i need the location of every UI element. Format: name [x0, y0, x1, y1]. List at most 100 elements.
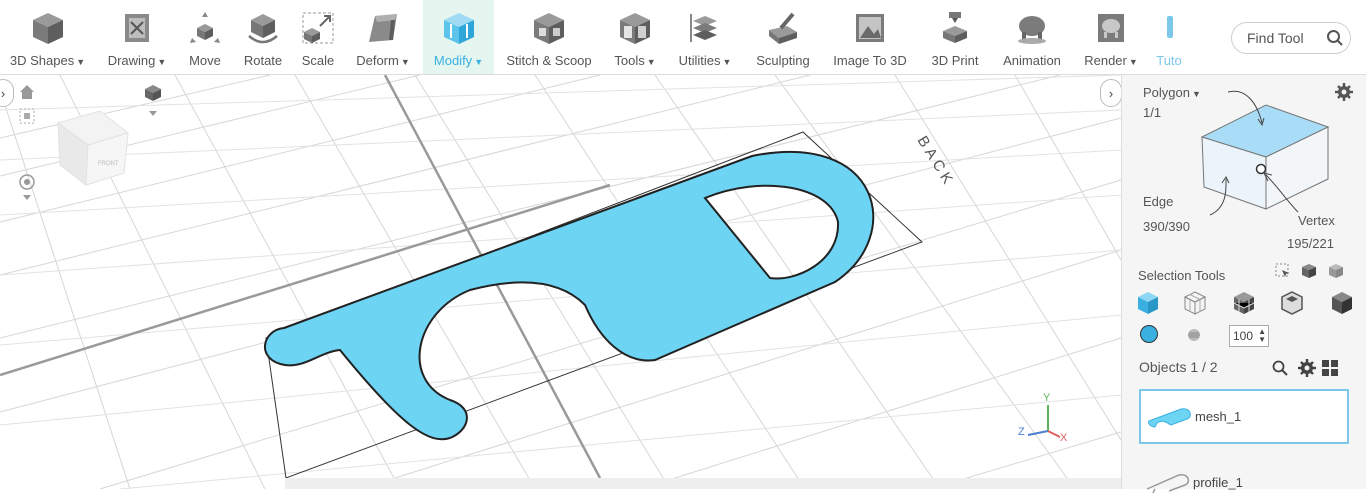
tool-3d-print[interactable]: 3D Print [926, 0, 984, 74]
tool-label: Utilities [678, 53, 721, 68]
vertex-label: Vertex [1298, 213, 1335, 228]
object-name: profile_1 [1193, 475, 1243, 490]
tool-label: Deform [356, 53, 399, 68]
sculpting-icon [763, 8, 803, 48]
grid-mesh-mode-icon[interactable] [1232, 291, 1256, 320]
tool-label: Render [1084, 53, 1127, 68]
tool-animation[interactable]: Animation [996, 0, 1068, 74]
brush-size-stepper[interactable]: 100 ▲ ▼ [1229, 325, 1269, 347]
main-toolbar: 3D Shapes ▼ Drawing ▼ Move Rotate Scale De… [0, 0, 1366, 75]
chevron-down-icon: ▼ [1128, 57, 1138, 67]
axis-z-label: Z [1018, 426, 1025, 438]
vertex-count: 195/221 [1287, 236, 1334, 251]
view-cube[interactable]: FRONT [48, 103, 138, 198]
tools-icon [615, 8, 655, 48]
rotate-icon [243, 8, 283, 48]
deform-icon [363, 8, 403, 48]
chevron-down-icon: ▼ [400, 57, 410, 67]
axis-y-label: Y [1043, 392, 1051, 404]
find-tool-search[interactable]: Find Tool [1231, 22, 1351, 54]
brush-color-swatch[interactable] [1140, 325, 1158, 343]
brush-falloff-icon[interactable] [1186, 327, 1202, 348]
polygon-select-mode-icon[interactable] [1136, 291, 1160, 320]
right-sidebar: Polygon ▼ 1/1 Edge 390/390 Vertex 195/221… [1121, 75, 1366, 493]
axis-x-label: X [1060, 432, 1068, 441]
tool-3d-shapes[interactable]: 3D Shapes ▼ [0, 0, 95, 74]
search-icon[interactable] [1272, 360, 1288, 381]
tool-label: Scale [301, 53, 335, 68]
object-mode-icon[interactable] [1280, 291, 1304, 320]
object-item-profile-1[interactable]: profile_1 [1139, 463, 1349, 503]
objects-count-label: Objects 1 / 2 [1139, 359, 1218, 375]
tutorial-icon [1154, 8, 1184, 48]
gear-icon[interactable] [1298, 359, 1316, 382]
tool-scale[interactable]: Scale [296, 0, 340, 74]
mesh-thumbnail-icon [1148, 408, 1191, 428]
tool-tools[interactable]: Tools ▼ [610, 0, 660, 74]
tool-label: Sculpting [756, 53, 810, 68]
tool-label: Modify [433, 53, 473, 68]
polygon-count: 1/1 [1143, 105, 1162, 120]
scene-canvas[interactable] [0, 75, 1121, 489]
collapse-right-panel-button[interactable]: › [1100, 79, 1121, 107]
chevron-down-icon: ▼ [474, 57, 484, 67]
tool-label: 3D Print [931, 53, 979, 68]
find-tool-input[interactable]: Find Tool [1247, 30, 1320, 46]
orbit-target-icon[interactable] [18, 173, 36, 206]
mesh-1-shape [264, 150, 875, 441]
tool-image-to-3d[interactable]: Image To 3D [828, 0, 912, 74]
tool-move[interactable]: Move [180, 0, 230, 74]
tool-sculpting[interactable]: Sculpting [750, 0, 816, 74]
projection-toggle-icon[interactable] [143, 83, 163, 124]
home-view-icon[interactable] [18, 83, 36, 106]
scale-icon [298, 8, 338, 48]
search-icon[interactable] [1320, 23, 1350, 53]
tool-label: Tools [614, 53, 645, 68]
brush-size-value[interactable]: 100 [1233, 329, 1258, 343]
chevron-down-icon: ▼ [76, 57, 86, 67]
tool-label: Stitch & Scoop [506, 53, 592, 68]
cube-icon [28, 8, 68, 48]
render-icon [1091, 8, 1131, 48]
tool-modify[interactable]: Modify ▼ [423, 0, 494, 74]
stitch-scoop-icon [529, 8, 569, 48]
selection-tools-label: Selection Tools [1138, 268, 1226, 283]
3d-print-icon [935, 8, 975, 48]
select-connected-icon[interactable] [1300, 263, 1318, 284]
tool-render[interactable]: Render ▼ [1078, 0, 1144, 74]
bottom-status-strip [285, 478, 1121, 489]
object-name: mesh_1 [1195, 409, 1242, 424]
chevron-down-icon: ▼ [722, 57, 732, 67]
tool-label: Move [189, 53, 221, 68]
select-cursor-icon[interactable] [1275, 263, 1291, 284]
mesh-element-diagram [1200, 90, 1330, 216]
chevron-down-icon: ▼ [646, 57, 656, 67]
modify-icon [439, 8, 479, 48]
chevron-right-icon: › [1108, 85, 1114, 101]
tool-stitch-scoop[interactable]: Stitch & Scoop [500, 0, 598, 74]
fit-view-icon[interactable] [18, 107, 36, 130]
tool-deform[interactable]: Deform ▼ [350, 0, 416, 74]
stepper-arrows-icon[interactable]: ▲ ▼ [1258, 328, 1266, 344]
grid-view-icon[interactable] [1322, 360, 1338, 381]
tool-tutorial[interactable]: Tuto [1154, 0, 1184, 74]
wire-edge-mode-icon[interactable] [1183, 291, 1207, 320]
object-item-mesh-1[interactable]: mesh_1 [1139, 389, 1349, 444]
tool-drawing[interactable]: Drawing ▼ [99, 0, 175, 74]
3d-viewport[interactable]: › › FRONT BACK Y Z X [0, 75, 1121, 489]
drawing-icon [117, 8, 157, 48]
solid-mode-icon[interactable] [1330, 291, 1354, 320]
tool-utilities[interactable]: Utilities ▼ [674, 0, 736, 74]
chevron-right-icon: › [0, 85, 6, 101]
edge-count: 390/390 [1143, 219, 1190, 234]
tool-label: Tuto [1156, 53, 1182, 68]
image-to-3d-icon [850, 8, 890, 48]
tool-label: 3D Shapes [9, 53, 75, 68]
tool-label: Drawing [107, 53, 156, 68]
tool-label: Image To 3D [833, 53, 907, 68]
chevron-down-icon: ▼ [157, 57, 167, 67]
select-all-icon[interactable] [1327, 263, 1345, 284]
tool-rotate[interactable]: Rotate [236, 0, 290, 74]
animation-icon [1012, 8, 1052, 48]
view-cube-front-label: FRONT [98, 161, 119, 167]
